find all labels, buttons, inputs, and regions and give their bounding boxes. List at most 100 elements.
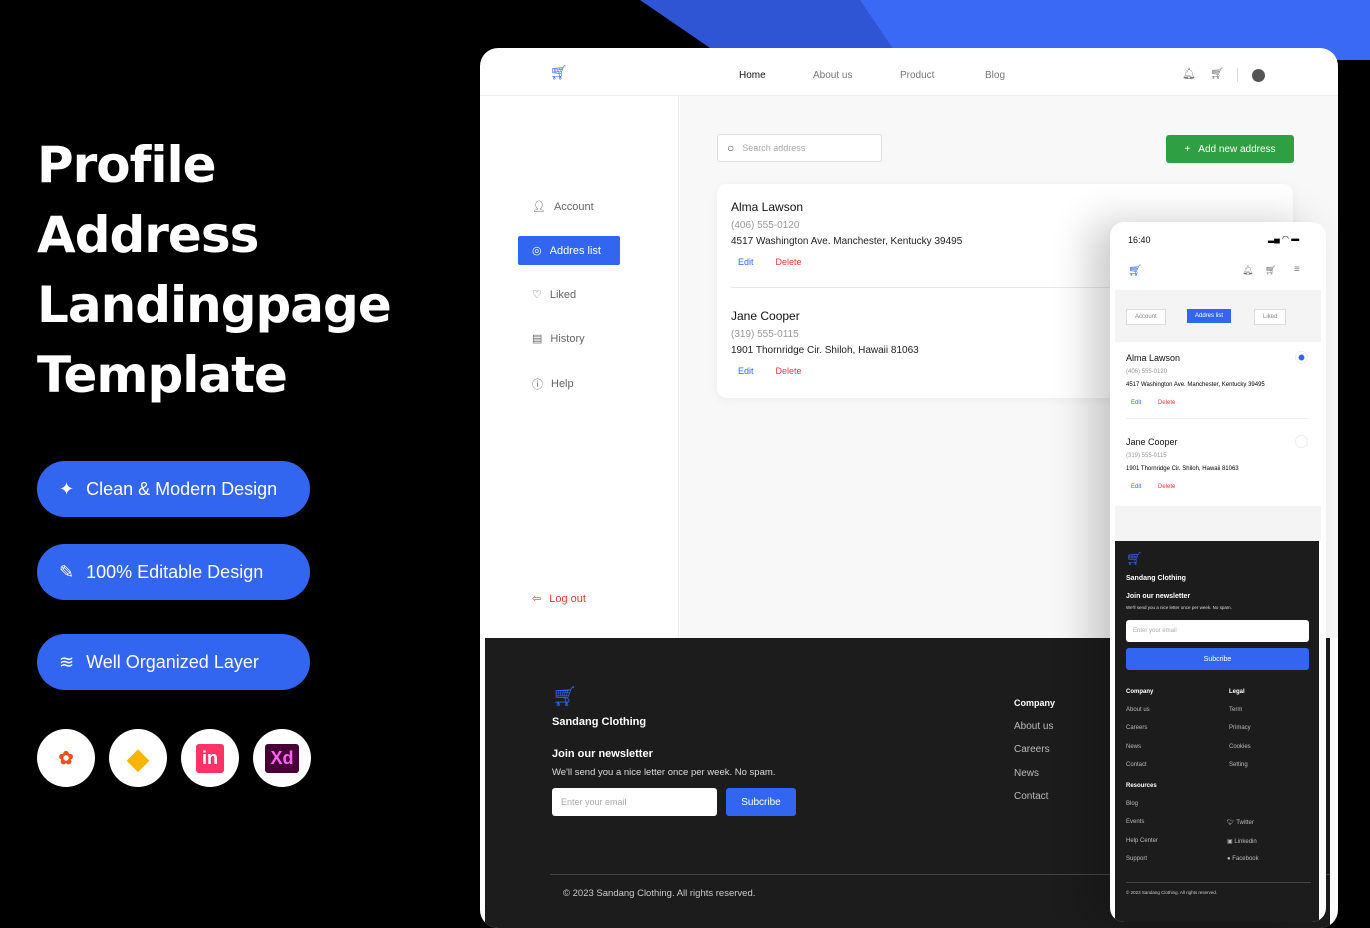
edit-link[interactable]: Edit bbox=[738, 257, 754, 267]
footer-link[interactable]: Careers bbox=[1014, 744, 1050, 755]
heart-icon: ♡ bbox=[532, 289, 542, 301]
footer-link[interactable]: About us bbox=[1126, 707, 1150, 713]
logout-button[interactable]: ⇦ Log out bbox=[532, 592, 586, 606]
mobile-tab-bar: Account Addres list Liked bbox=[1115, 290, 1321, 342]
footer-link[interactable]: About us bbox=[1014, 721, 1053, 732]
sidebar-item-account[interactable]: 👤︎ Account bbox=[532, 200, 594, 214]
sidebar-label: Account bbox=[553, 200, 594, 213]
mobile-tab-address-list[interactable]: Addres list bbox=[1187, 309, 1232, 323]
cart-logo-icon[interactable]: 🛒︎ bbox=[550, 64, 568, 81]
search-placeholder: Search address bbox=[742, 143, 806, 153]
delete-link[interactable]: Delete bbox=[776, 366, 802, 376]
nav-product[interactable]: Product bbox=[900, 70, 934, 81]
address-text: 4517 Washington Ave. Manchester, Kentuck… bbox=[731, 236, 963, 247]
footer-link[interactable]: News bbox=[1126, 744, 1141, 750]
email-input[interactable]: Enter your email bbox=[1126, 620, 1309, 642]
sketch-icon: ◆ bbox=[109, 729, 167, 787]
address-phone: (319) 555-0115 bbox=[1126, 453, 1167, 459]
nav-home[interactable]: Home bbox=[739, 70, 766, 81]
address-item: Jane Cooper (319) 555-0115 1901 Thornrid… bbox=[731, 309, 919, 376]
radio-selected[interactable] bbox=[1295, 351, 1308, 364]
nav-about[interactable]: About us bbox=[813, 70, 852, 81]
footer-link[interactable]: Careers bbox=[1126, 725, 1147, 731]
edit-link[interactable]: Edit bbox=[1131, 484, 1141, 490]
add-label: Add new address bbox=[1198, 143, 1276, 155]
address-text: 1901 Thornridge Cir. Shiloh, Hawaii 8106… bbox=[1126, 466, 1239, 472]
bell-icon[interactable]: 🔔︎ bbox=[1242, 265, 1253, 276]
sidebar-item-address-list[interactable]: ◎ Addres list bbox=[518, 236, 620, 265]
mobile-preview: 16:40 ▂▄ ◠ ▬ 🛒︎ 🔔︎ 🛒︎ ≡ Account Addres l… bbox=[1110, 222, 1326, 922]
divider bbox=[1126, 418, 1309, 419]
edit-link[interactable]: Edit bbox=[1131, 400, 1141, 406]
xd-label: Xd bbox=[265, 743, 299, 773]
footer-link[interactable]: Setting bbox=[1229, 762, 1248, 768]
location-pin-icon: ◎ bbox=[532, 245, 542, 257]
title-line: Address bbox=[37, 206, 259, 264]
mobile-tab-liked[interactable]: Liked bbox=[1254, 309, 1287, 325]
footer-link[interactable]: Contact bbox=[1126, 762, 1147, 768]
xd-icon: Xd bbox=[253, 729, 311, 787]
cart-icon[interactable]: 🛒︎ bbox=[1210, 67, 1224, 80]
feature-pill: ≋ Well Organized Layer bbox=[37, 634, 310, 690]
address-text: 4517 Washington Ave. Manchester, Kentuck… bbox=[1126, 382, 1265, 388]
social-linkedin[interactable]: ▣ Linkedin bbox=[1227, 838, 1257, 845]
sidebar-label: Liked bbox=[549, 288, 577, 301]
cart-logo-icon: 🛒︎ bbox=[1126, 551, 1143, 566]
invision-icon: in bbox=[181, 729, 239, 787]
delete-link[interactable]: Delete bbox=[776, 257, 802, 267]
add-new-address-button[interactable]: + Add new address bbox=[1166, 135, 1294, 163]
subscribe-button[interactable]: Subcribe bbox=[726, 788, 796, 816]
user-icon: 👤︎ bbox=[532, 201, 546, 213]
sidebar-item-history[interactable]: ▤ History bbox=[532, 332, 585, 346]
email-input[interactable]: Enter your email bbox=[552, 788, 717, 816]
sidebar: 👤︎ Account ◎ Addres list ♡ Liked ▤ History ⓘ… bbox=[480, 96, 679, 638]
title-line: Template bbox=[37, 346, 288, 404]
address-phone: (406) 555-0120 bbox=[731, 220, 800, 231]
footer-link[interactable]: Support bbox=[1126, 856, 1147, 862]
address-phone: (319) 555-0115 bbox=[731, 329, 799, 340]
nav-blog[interactable]: Blog bbox=[985, 70, 1005, 81]
footer-link[interactable]: Contact bbox=[1014, 791, 1048, 802]
footer-link[interactable]: News bbox=[1014, 768, 1039, 779]
mobile-tab-account[interactable]: Account bbox=[1126, 309, 1166, 325]
feature-pill: ✦ Clean & Modern Design bbox=[37, 461, 310, 517]
newsletter-text: We'll send you a nice letter once per we… bbox=[1126, 605, 1232, 610]
invision-label: in bbox=[196, 743, 224, 773]
feature-pill: ✎ 100% Editable Design bbox=[37, 544, 310, 600]
footer-link[interactable]: Cookies bbox=[1229, 744, 1251, 750]
search-icon: ○ bbox=[727, 141, 735, 155]
social-label: Linkedin bbox=[1234, 839, 1257, 845]
calendar-icon: ▤ bbox=[532, 333, 543, 345]
footer-link[interactable]: Events bbox=[1126, 819, 1144, 825]
company-heading: Company bbox=[1126, 689, 1154, 695]
social-label: Facebook bbox=[1232, 856, 1259, 862]
magic-wand-icon: ✦ bbox=[59, 478, 75, 499]
social-facebook[interactable]: ● Facebook bbox=[1227, 856, 1259, 862]
sidebar-item-help[interactable]: ⓘ Help bbox=[532, 376, 574, 392]
info-icon: ⓘ bbox=[532, 379, 543, 391]
avatar[interactable] bbox=[1252, 69, 1265, 82]
radio-unselected[interactable] bbox=[1295, 435, 1308, 448]
sidebar-item-liked[interactable]: ♡ Liked bbox=[532, 288, 577, 302]
footer-link[interactable]: Help Center bbox=[1126, 838, 1158, 844]
address-name: Jane Cooper bbox=[1126, 437, 1178, 447]
subscribe-button[interactable]: Subcribe bbox=[1126, 648, 1309, 670]
delete-link[interactable]: Delete bbox=[1158, 400, 1175, 406]
footer-link[interactable]: Term bbox=[1229, 707, 1242, 713]
newsletter-title: Join our newsletter bbox=[1126, 593, 1191, 600]
mobile-footer: 🛒︎ Sandang Clothing Join our newsletter … bbox=[1115, 541, 1319, 922]
delete-link[interactable]: Delete bbox=[1158, 484, 1175, 490]
footer-link[interactable]: Blog bbox=[1126, 801, 1138, 807]
address-item: Alma Lawson (406) 555-0120 4517 Washingt… bbox=[731, 200, 962, 267]
edit-link[interactable]: Edit bbox=[738, 366, 754, 376]
cart-icon[interactable]: 🛒︎ bbox=[1265, 265, 1276, 276]
search-input[interactable]: ○ Search address bbox=[717, 134, 882, 162]
copyright: © 2023 Sandang Clothing. All rights rese… bbox=[563, 888, 756, 899]
social-twitter[interactable]: 🐦︎ Twitter bbox=[1227, 819, 1254, 826]
copyright: © 2023 Sandang Clothing. All rights rese… bbox=[1126, 890, 1218, 895]
top-nav: 🛒︎ Home About us Product Blog 🔔︎ 🛒︎ bbox=[480, 48, 1338, 96]
bell-icon[interactable]: 🔔︎ bbox=[1182, 67, 1196, 80]
footer-link[interactable]: Primacy bbox=[1229, 725, 1251, 731]
logout-icon: ⇦ bbox=[532, 593, 542, 605]
menu-icon[interactable]: ≡ bbox=[1294, 264, 1300, 275]
